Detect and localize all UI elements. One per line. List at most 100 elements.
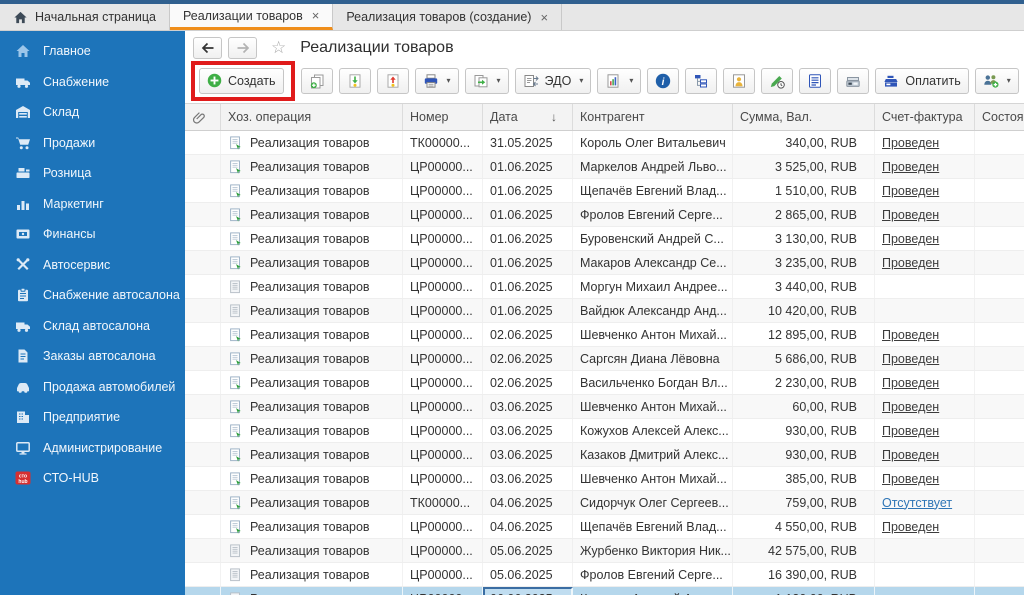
structure-button[interactable]	[685, 67, 718, 94]
invoice-status-link[interactable]: Проведен	[882, 352, 939, 366]
dropdown-caret-icon[interactable]: ▾	[629, 76, 633, 85]
list-view-button[interactable]	[799, 67, 832, 94]
info-button[interactable]: i	[647, 67, 680, 94]
table-row[interactable]: Реализация товаров ТК00000... 31.05.2025 Ко…	[185, 131, 1024, 155]
edit-history-button[interactable]	[761, 67, 794, 94]
cell-invoice-status: Проведен	[875, 227, 975, 250]
sidebar-item-склад-автосалона[interactable]: Склад автосалона	[0, 311, 185, 342]
pay-button[interactable]: Оплатить	[875, 67, 969, 94]
sidebar-item-розница[interactable]: Розница	[0, 158, 185, 189]
invoice-status-link[interactable]: Проведен	[882, 256, 939, 270]
table-row[interactable]: Реализация товаров ЦР00000... 04.06.2025 Ще…	[185, 515, 1024, 539]
print-button[interactable]: ▾	[414, 67, 459, 94]
create-button[interactable]: Создать	[199, 67, 284, 94]
tab-начальная-страница[interactable]: Начальная страница	[0, 4, 170, 30]
table-row[interactable]: Реализация товаров ЦР00000... 01.06.2025 Ва…	[185, 299, 1024, 323]
table-row[interactable]: Реализация товаров ЦР00000... 05.06.2025 Фр…	[185, 563, 1024, 587]
doc-posted-icon	[228, 519, 243, 535]
invoice-status-link[interactable]: Проведен	[882, 520, 939, 534]
table-row[interactable]: Реализация товаров ЦР00000... 01.06.2025 Ма…	[185, 155, 1024, 179]
cash-register-button[interactable]	[837, 67, 870, 94]
table-row[interactable]: Реализация товаров ЦР00000... 02.06.2025 Са…	[185, 347, 1024, 371]
page-title: Реализации товаров	[300, 38, 454, 56]
table-row[interactable]: Реализация товаров ЦР00000... 03.06.2025 Ко…	[185, 419, 1024, 443]
table-row[interactable]: Реализация товаров ЦР00000... 03.06.2025 Ка…	[185, 443, 1024, 467]
unpost-document-button[interactable]	[376, 67, 409, 94]
invoice-status-link[interactable]: Проведен	[882, 208, 939, 222]
close-tab-icon[interactable]: ×	[540, 11, 548, 24]
column-header-contra[interactable]: Контрагент	[573, 104, 733, 130]
sidebar-item-предприятие[interactable]: Предприятие	[0, 402, 185, 433]
dropdown-caret-icon[interactable]: ▾	[497, 76, 501, 85]
sidebar-item-склад[interactable]: Склад	[0, 97, 185, 128]
column-header-op[interactable]: Хоз. операция	[221, 104, 403, 130]
column-header-date[interactable]: Дата ↓	[483, 104, 573, 130]
invoice-status-link[interactable]: Проведен	[882, 232, 939, 246]
table-row[interactable]: Реализация товаров ЦР00000... 01.06.2025 Бу…	[185, 227, 1024, 251]
invoice-status-link[interactable]: Проведен	[882, 328, 939, 342]
favorite-star-icon[interactable]: ☆	[271, 38, 286, 58]
invoice-status-link[interactable]: Проведен	[882, 472, 939, 486]
table-row[interactable]: Реализация товаров ЦР00000... 01.06.2025 Мо…	[185, 275, 1024, 299]
cell-invoice-status	[875, 275, 975, 298]
table-row[interactable]: Реализация товаров ЦР00000... 05.06.2025 Жу…	[185, 539, 1024, 563]
sidebar-item-продажа-автомобилей[interactable]: Продажа автомобилей	[0, 372, 185, 403]
post-document-button[interactable]	[338, 67, 371, 94]
table-row[interactable]: Реализация товаров ЦР00000... 03.06.2025 Ше…	[185, 395, 1024, 419]
table-row[interactable]: Реализация товаров ЦР00000... 01.06.2025 Ма…	[185, 251, 1024, 275]
sidebar-item-заказы-автосалона[interactable]: Заказы автосалона	[0, 341, 185, 372]
cell-number: ЦР00000...	[403, 539, 483, 562]
operation-label: Реализация товаров	[250, 399, 370, 414]
sidebar-item-сто-hub[interactable]: сто hub СТО-HUB	[0, 463, 185, 494]
copy-list-button[interactable]: ▾	[464, 67, 509, 94]
invoice-status-link[interactable]: Проведен	[882, 376, 939, 390]
forward-button[interactable]	[228, 36, 257, 59]
sidebar-item-снабжение-автосалона[interactable]: Снабжение автосалона	[0, 280, 185, 311]
column-header-label: Состояние	[982, 110, 1024, 124]
invoice-status-link[interactable]: Отсутствует	[882, 496, 952, 510]
responsible-button[interactable]	[723, 67, 756, 94]
cell-attachment	[185, 563, 221, 586]
sidebar-item-снабжение[interactable]: Снабжение	[0, 67, 185, 98]
dropdown-caret-icon[interactable]: ▾	[447, 76, 451, 85]
tab-реализация-товаров-создание[interactable]: Реализация товаров (создание) ×	[333, 4, 563, 30]
sidebar-item-администрирование[interactable]: Администрирование	[0, 433, 185, 464]
assign-manager-button[interactable]: ▾	[974, 67, 1019, 94]
create-by-copy-button[interactable]	[300, 67, 333, 94]
tab-реализации-товаров[interactable]: Реализации товаров ×	[169, 4, 334, 30]
home-dark-icon	[13, 10, 28, 25]
invoice-status-link[interactable]: Проведен	[882, 400, 939, 414]
table-row[interactable]: Реализация товаров ЦР00000... 02.06.2025 Ше…	[185, 323, 1024, 347]
sidebar-item-маркетинг[interactable]: Маркетинг	[0, 189, 185, 220]
dropdown-caret-icon[interactable]: ▾	[1007, 76, 1011, 85]
column-header-state[interactable]: Состояние	[975, 104, 1024, 130]
dropdown-caret-icon[interactable]: ▾	[579, 76, 583, 85]
table-row[interactable]: Реализация товаров ТК00000... 04.06.2025 Си…	[185, 491, 1024, 515]
invoice-status-link[interactable]: Проведен	[882, 424, 939, 438]
invoice-status-link[interactable]: Проведен	[882, 448, 939, 462]
back-button[interactable]	[193, 36, 222, 59]
cell-counterparty: Сидорчук Олег Сергеев...	[573, 491, 733, 514]
sidebar-item-автосервис[interactable]: Автосервис	[0, 250, 185, 281]
edo-button[interactable]: ЭДО ▾	[514, 67, 592, 94]
cell-amount: 3 235,00, RUB	[733, 251, 875, 274]
invoice-status-link[interactable]: Проведен	[882, 136, 939, 150]
column-header-attach[interactable]	[185, 104, 221, 130]
reports-button[interactable]: ▾	[597, 67, 642, 94]
table-row[interactable]: Реализация товаров ЦР00000... 01.06.2025 Ще…	[185, 179, 1024, 203]
sidebar-item-продажи[interactable]: Продажи	[0, 128, 185, 159]
table-row[interactable]: Реализация товаров ЦР00000... 01.06.2025 Фр…	[185, 203, 1024, 227]
invoice-status-link[interactable]: Проведен	[882, 160, 939, 174]
column-header-invoice[interactable]: Счет-фактура	[875, 104, 975, 130]
close-tab-icon[interactable]: ×	[312, 9, 320, 22]
column-header-num[interactable]: Номер	[403, 104, 483, 130]
table-row[interactable]: Реализация товаров ЦР00000... 02.06.2025 Ва…	[185, 371, 1024, 395]
table-row[interactable]: Реализация товаровЦР00000...06.06.2025Ко…	[185, 587, 1024, 595]
cell-operation: Реализация товаров	[221, 203, 403, 226]
sidebar-item-главное[interactable]: Главное	[0, 36, 185, 67]
sidebar-item-label: Снабжение	[43, 74, 110, 89]
invoice-status-link[interactable]: Проведен	[882, 184, 939, 198]
column-header-amount[interactable]: Сумма, Вал.	[733, 104, 875, 130]
table-row[interactable]: Реализация товаров ЦР00000... 03.06.2025 Ше…	[185, 467, 1024, 491]
sidebar-item-финансы[interactable]: Финансы	[0, 219, 185, 250]
